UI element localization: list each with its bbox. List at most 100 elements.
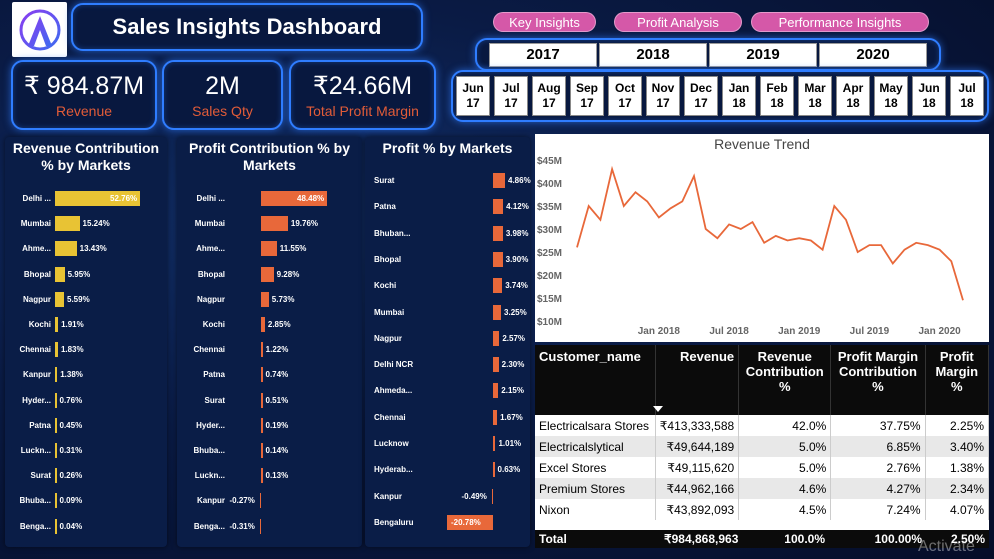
bar-value-label: 0.13% [265,471,289,481]
bar-category-label: Bhuban... [374,228,411,238]
kpi-profit-margin-card: ₹24.66M Total Profit Margin [289,60,436,130]
bar[interactable] [261,317,265,332]
month-option[interactable]: Oct 17 [608,76,642,116]
bar[interactable] [493,383,499,399]
col-header-revenue-contribution[interactable]: Revenue Contribution % [738,345,832,415]
bar[interactable] [261,266,274,282]
bar[interactable] [259,493,261,509]
month-option[interactable]: Feb 18 [760,76,794,116]
bar-category-label: Kochi [28,320,51,329]
bar[interactable] [261,291,269,307]
bar-category-label: Bengaluru [374,517,414,527]
bar[interactable] [261,443,263,458]
month-option[interactable]: Jun 18 [912,76,946,116]
bar[interactable] [261,392,263,408]
month-year: 17 [618,96,632,110]
bar[interactable] [493,173,505,188]
bar[interactable] [55,367,58,383]
bar[interactable] [55,342,58,358]
bar[interactable] [55,216,80,232]
month-option[interactable]: Jun 17 [456,76,490,116]
bar[interactable] [491,488,493,504]
table-row[interactable]: Excel Stores ₹49,115,620 5.0% 2.76% 1.38% [535,457,989,478]
bar[interactable] [261,241,277,257]
bar[interactable] [55,468,57,484]
x-tick-label: Jan 2019 [778,326,821,337]
bar[interactable] [261,468,263,484]
bar-value-label: 0.45% [59,420,83,430]
bar[interactable] [493,357,499,373]
bar[interactable] [493,225,503,241]
table-row[interactable]: Premium Stores ₹44,962,166 4.6% 4.27% 2.34% [535,478,989,499]
col-header-profit-margin[interactable]: Profit Margin % [925,345,989,415]
year-option[interactable]: 2019 [709,42,817,67]
month-option[interactable]: Jul 17 [494,76,528,116]
bar[interactable] [493,278,503,294]
month-option[interactable]: Aug 17 [532,76,566,116]
bar[interactable] [55,518,57,534]
x-tick-label: Jan 2018 [638,326,681,337]
month-option[interactable]: Jan 18 [722,76,756,116]
nav-key-insights-button[interactable]: Key Insights [493,12,596,32]
col-header-profit-margin-contribution[interactable]: Profit Margin Contribution % [830,345,926,415]
total-profit-margin-contribution: 100.00% [874,532,922,546]
year-option[interactable]: 2017 [489,42,597,67]
bar[interactable] [55,241,77,257]
table-cell: ₹413,333,588 [655,415,740,436]
bar[interactable] [261,367,263,383]
year-option[interactable]: 2020 [819,42,927,67]
bar[interactable] [259,518,261,534]
col-header-revenue[interactable]: Revenue [655,345,740,415]
kpi-sales-qty-card: 2M Sales Qty [162,60,283,130]
bar-category-label: Chennai [193,345,225,355]
bar-category-label: Patna [374,202,396,212]
month-option[interactable]: Jul 18 [950,76,984,116]
col-header-customer[interactable]: Customer_name [535,345,656,415]
bar[interactable] [55,317,59,332]
kpi-sales-qty-label: Sales Qty [192,103,253,119]
bar[interactable] [493,330,500,346]
bar-category-label: Surat [204,395,225,405]
bar[interactable] [261,216,288,232]
bar-value-label: 0.09% [59,496,83,506]
month-option[interactable]: May 18 [874,76,908,116]
month-option[interactable]: Dec 17 [684,76,718,116]
sort-descending-icon[interactable] [653,405,663,413]
revenue-trend-line[interactable] [576,165,964,301]
nav-profit-analysis-button[interactable]: Profit Analysis [614,12,742,32]
y-tick-label: $35M [537,202,562,213]
bar-category-label: Ahmeda... [374,386,413,396]
bar[interactable] [493,199,504,215]
bar[interactable] [55,443,57,458]
month-option[interactable]: Nov 17 [646,76,680,116]
bar[interactable] [493,251,503,267]
table-cell: 5.0% [738,436,832,457]
bar-category-label: Patna [203,370,225,380]
bar[interactable] [55,392,57,408]
bar[interactable] [493,304,502,320]
table-row[interactable]: Electricalsara Stores ₹413,333,588 42.0% 37… [535,415,989,436]
bar[interactable] [55,493,57,509]
bar[interactable] [493,409,498,425]
bar[interactable] [55,266,65,282]
table-row[interactable]: Electricalslytical ₹49,644,189 5.0% 6.85% 3.… [535,436,989,457]
y-tick-label: $20M [537,271,562,282]
table-cell: 6.85% [830,436,926,457]
nav-performance-insights-button[interactable]: Performance Insights [751,12,929,32]
bar[interactable] [261,342,263,358]
bar[interactable] [261,417,263,433]
bar-category-label: Hyder... [196,420,225,430]
month-option[interactable]: Apr 18 [836,76,870,116]
x-tick-label: Jul 2018 [709,326,749,337]
bar-value-label: 3.25% [504,307,527,317]
year-option[interactable]: 2018 [599,42,707,67]
bar[interactable] [493,462,495,478]
table-cell: 3.40% [925,436,989,457]
table-row[interactable]: Nixon ₹43,892,093 4.5% 7.24% 4.07% [535,499,989,520]
bar-value-label: -0.27% [229,496,255,506]
bar[interactable] [55,417,57,433]
month-option[interactable]: Sep 17 [570,76,604,116]
bar[interactable] [55,291,64,307]
bar[interactable] [493,436,496,451]
month-option[interactable]: Mar 18 [798,76,832,116]
